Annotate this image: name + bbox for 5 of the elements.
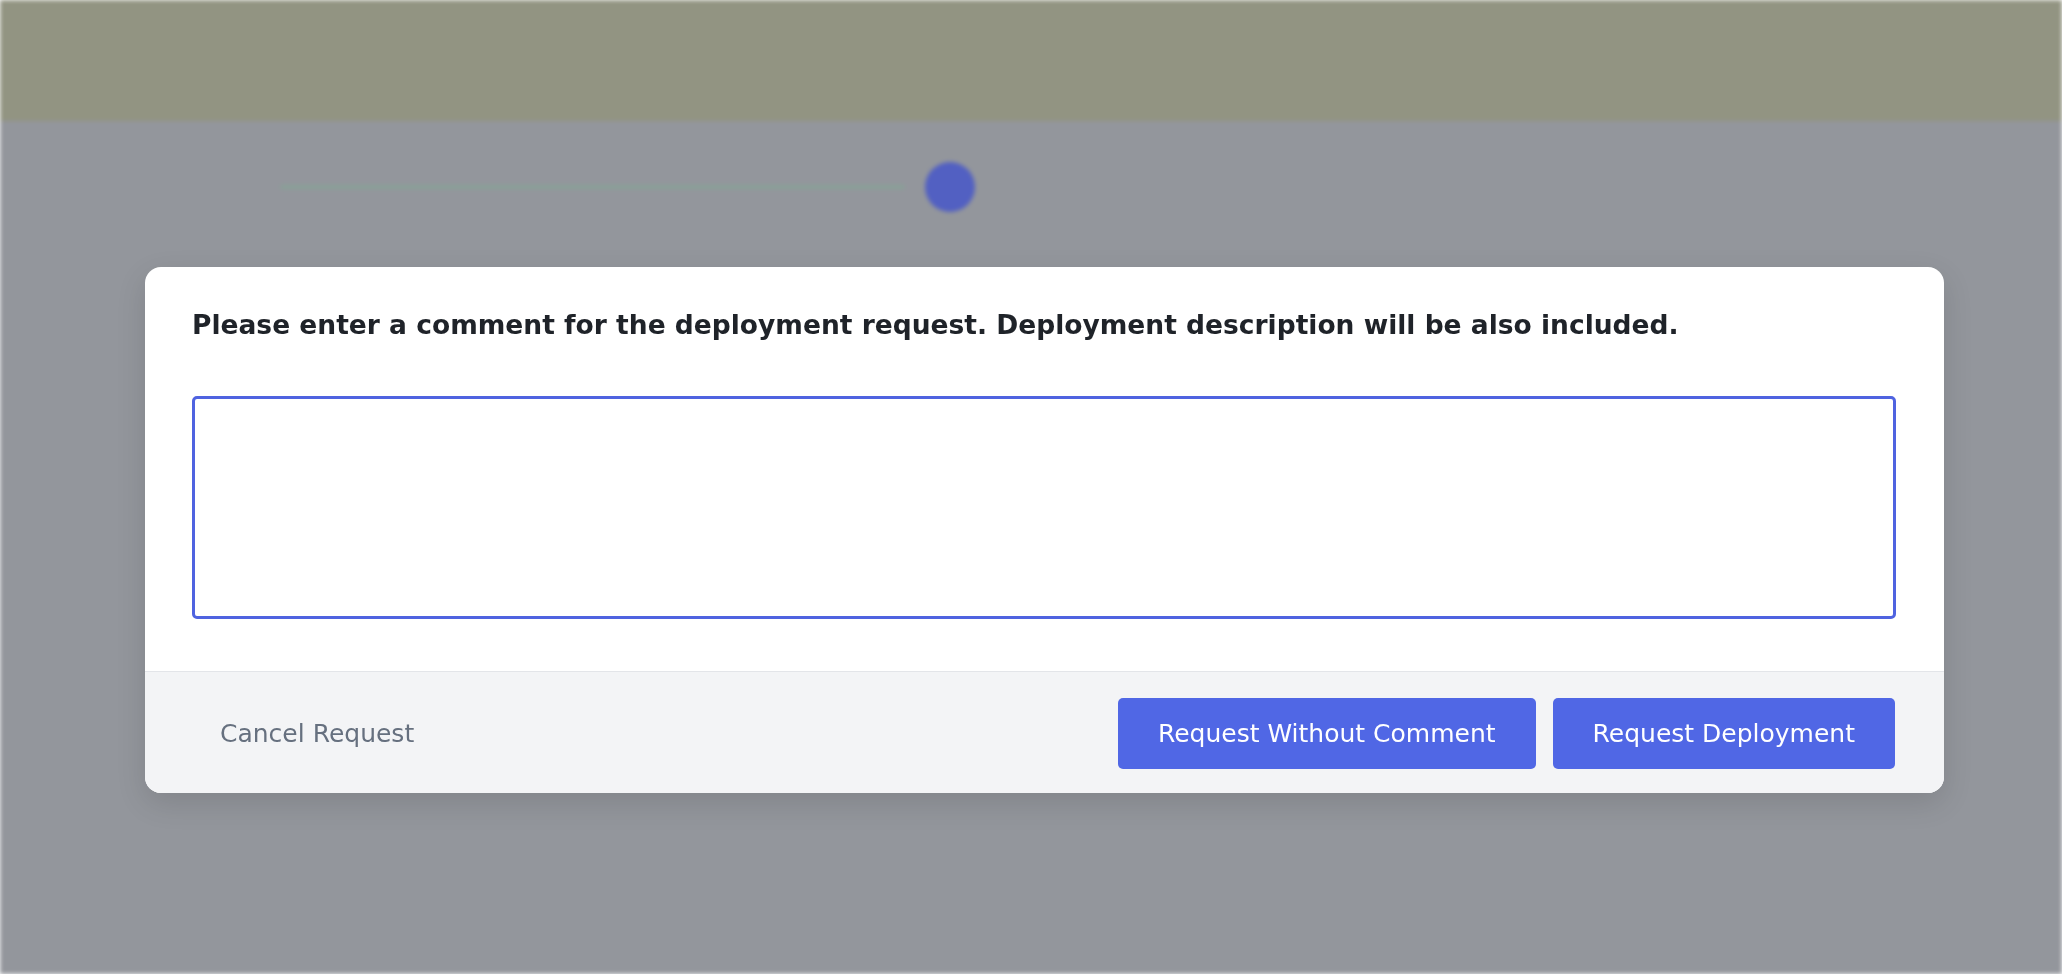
request-button[interactable]: Request Without Comment [1117, 698, 1536, 769]
cancel-button[interactable]: Cancel Request [192, 698, 443, 769]
dialog-message: Please enter a comment for the deployment request. Deployment description will be also included. [192, 308, 1680, 342]
comment-field[interactable] [192, 396, 1896, 619]
request-button[interactable]: Request Deployment [1552, 698, 1895, 769]
